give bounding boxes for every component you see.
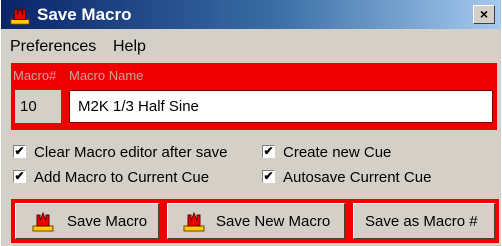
save-as-macro-label: Save as Macro # — [365, 213, 478, 230]
close-button[interactable]: × — [473, 5, 495, 24]
macro-name-label: Macro Name — [69, 68, 144, 83]
save-macro-button-frame: Save Macro — [11, 199, 163, 243]
close-icon: × — [479, 6, 489, 22]
macro-number-label: Macro# — [13, 68, 57, 83]
save-macro-button[interactable]: Save Macro — [15, 203, 159, 239]
checkbox-box[interactable]: ✔ — [13, 170, 26, 183]
macro-number-field: 10 — [15, 90, 61, 123]
menu-preferences[interactable]: Preferences — [10, 38, 96, 56]
macro-icon — [32, 211, 54, 232]
checkbox-box[interactable]: ✔ — [262, 170, 275, 183]
menu-bar: Preferences Help — [1, 30, 501, 62]
save-new-macro-button[interactable]: Save New Macro — [167, 203, 345, 239]
checkbox-label: Autosave Current Cue — [283, 169, 432, 186]
save-as-button-frame: Save as Macro # — [349, 199, 499, 243]
save-macro-label: Save Macro — [67, 213, 148, 230]
checkbox-label: Clear Macro editor after save — [34, 144, 228, 161]
window-title: Save Macro — [37, 5, 132, 24]
macro-icon — [10, 6, 30, 25]
save-new-macro-label: Save New Macro — [216, 213, 331, 230]
title-bar[interactable]: Save Macro × — [1, 0, 501, 29]
menu-help[interactable]: Help — [113, 38, 146, 56]
checkbox-box[interactable]: ✔ — [262, 145, 275, 158]
macro-panel: Macro# Macro Name 10 M2K 1/3 Half Sine — [11, 63, 497, 130]
checkbox-box[interactable]: ✔ — [13, 145, 26, 158]
macro-icon — [183, 211, 205, 232]
save-new-macro-button-frame: Save New Macro — [163, 199, 349, 243]
checkbox-label: Add Macro to Current Cue — [34, 169, 210, 186]
macro-name-input[interactable]: M2K 1/3 Half Sine — [69, 90, 493, 123]
save-macro-window: Save Macro × Preferences Help Macro# Mac… — [1, 0, 501, 246]
save-as-macro-button[interactable]: Save as Macro # — [353, 203, 495, 239]
checkbox-label: Create new Cue — [283, 144, 392, 161]
